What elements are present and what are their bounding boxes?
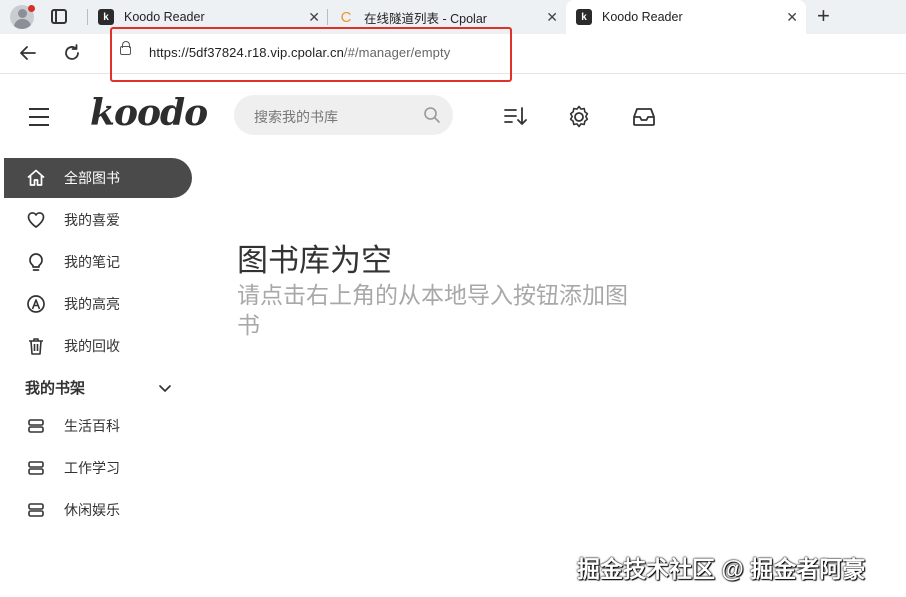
tab-koodo-active[interactable]: k Koodo Reader ✕ <box>566 0 806 34</box>
reload-icon[interactable] <box>62 43 82 63</box>
inbox-icon[interactable] <box>631 104 657 130</box>
new-tab-button[interactable]: + <box>817 5 830 27</box>
empty-state-title: 图书库为空 <box>237 243 392 278</box>
sidebar-item-favorites[interactable]: 我的喜爱 <box>4 200 192 240</box>
sidebar-item-label: 我的回收 <box>64 338 120 354</box>
cpolar-icon: C <box>340 8 352 26</box>
search-input[interactable]: 搜索我的书库 <box>254 107 338 127</box>
sidebar-item-highlights[interactable]: 我的高亮 <box>4 284 192 324</box>
sidebar-item-label: 我的高亮 <box>64 296 120 312</box>
sidebar-item-label: 休闲娱乐 <box>64 502 120 518</box>
tab-title: Koodo Reader <box>124 10 205 24</box>
empty-state-subtitle: 请点击右上角的从本地导入按钮添加图书 <box>237 282 628 338</box>
notification-dot <box>28 5 35 12</box>
sidebar-item-label: 生活百科 <box>64 418 120 434</box>
app-logo: koodo <box>90 92 208 134</box>
url-field[interactable]: https://5df37824.r18.vip.cpolar.cn/#/man… <box>149 45 450 60</box>
sidebar-item-all-books[interactable]: 全部图书 <box>4 158 192 198</box>
lock-icon[interactable] <box>120 41 131 55</box>
highlighter-icon <box>27 295 45 313</box>
sidebar-item-shelf-work[interactable]: 工作学习 <box>4 448 192 488</box>
search-icon[interactable] <box>423 106 441 124</box>
menu-icon[interactable] <box>29 108 49 126</box>
sort-icon[interactable] <box>502 104 528 130</box>
shelf-section-title: 我的书架 <box>25 380 86 397</box>
sidebar-item-label: 我的笔记 <box>64 254 120 270</box>
sidebar-item-notes[interactable]: 我的笔记 <box>4 242 192 282</box>
tab-separator <box>87 9 88 25</box>
lightbulb-icon <box>29 253 43 271</box>
watermark: 掘金技术社区 @ 掘金者阿豪 <box>577 556 866 582</box>
close-tab-icon[interactable]: ✕ <box>308 10 320 24</box>
tab-title: Koodo Reader <box>602 10 683 24</box>
back-arrow-icon[interactable] <box>18 43 38 63</box>
search-box[interactable]: 搜索我的书库 <box>234 95 453 135</box>
shelf-icon <box>28 461 44 475</box>
sidebar-item-label: 我的喜爱 <box>64 212 120 228</box>
koodo-icon: k <box>98 9 114 25</box>
sidebar-item-shelf-life[interactable]: 生活百科 <box>4 406 192 446</box>
sidebar-item-label: 工作学习 <box>64 460 120 476</box>
koodo-icon: k <box>576 9 592 25</box>
url-host: https://5df37824.r18.vip.cpolar.cn <box>149 45 344 60</box>
tab-actions-icon[interactable] <box>51 9 67 24</box>
home-icon <box>27 169 45 186</box>
sidebar-item-label: 全部图书 <box>64 170 120 186</box>
shelf-icon <box>28 419 44 433</box>
shelf-icon <box>28 503 44 517</box>
chevron-down-icon[interactable] <box>157 380 173 396</box>
trash-icon <box>29 338 43 355</box>
sidebar-item-shelf-leisure[interactable]: 休闲娱乐 <box>4 490 192 530</box>
gear-icon[interactable] <box>566 104 592 130</box>
close-tab-icon[interactable]: ✕ <box>786 10 798 24</box>
heart-icon <box>27 212 45 228</box>
tab-title: 在线隧道列表 - Cpolar <box>364 11 487 26</box>
tab-separator <box>327 9 328 25</box>
close-tab-icon[interactable]: ✕ <box>546 10 558 24</box>
url-path: /#/manager/empty <box>343 45 451 60</box>
sidebar-item-trash[interactable]: 我的回收 <box>4 326 192 366</box>
